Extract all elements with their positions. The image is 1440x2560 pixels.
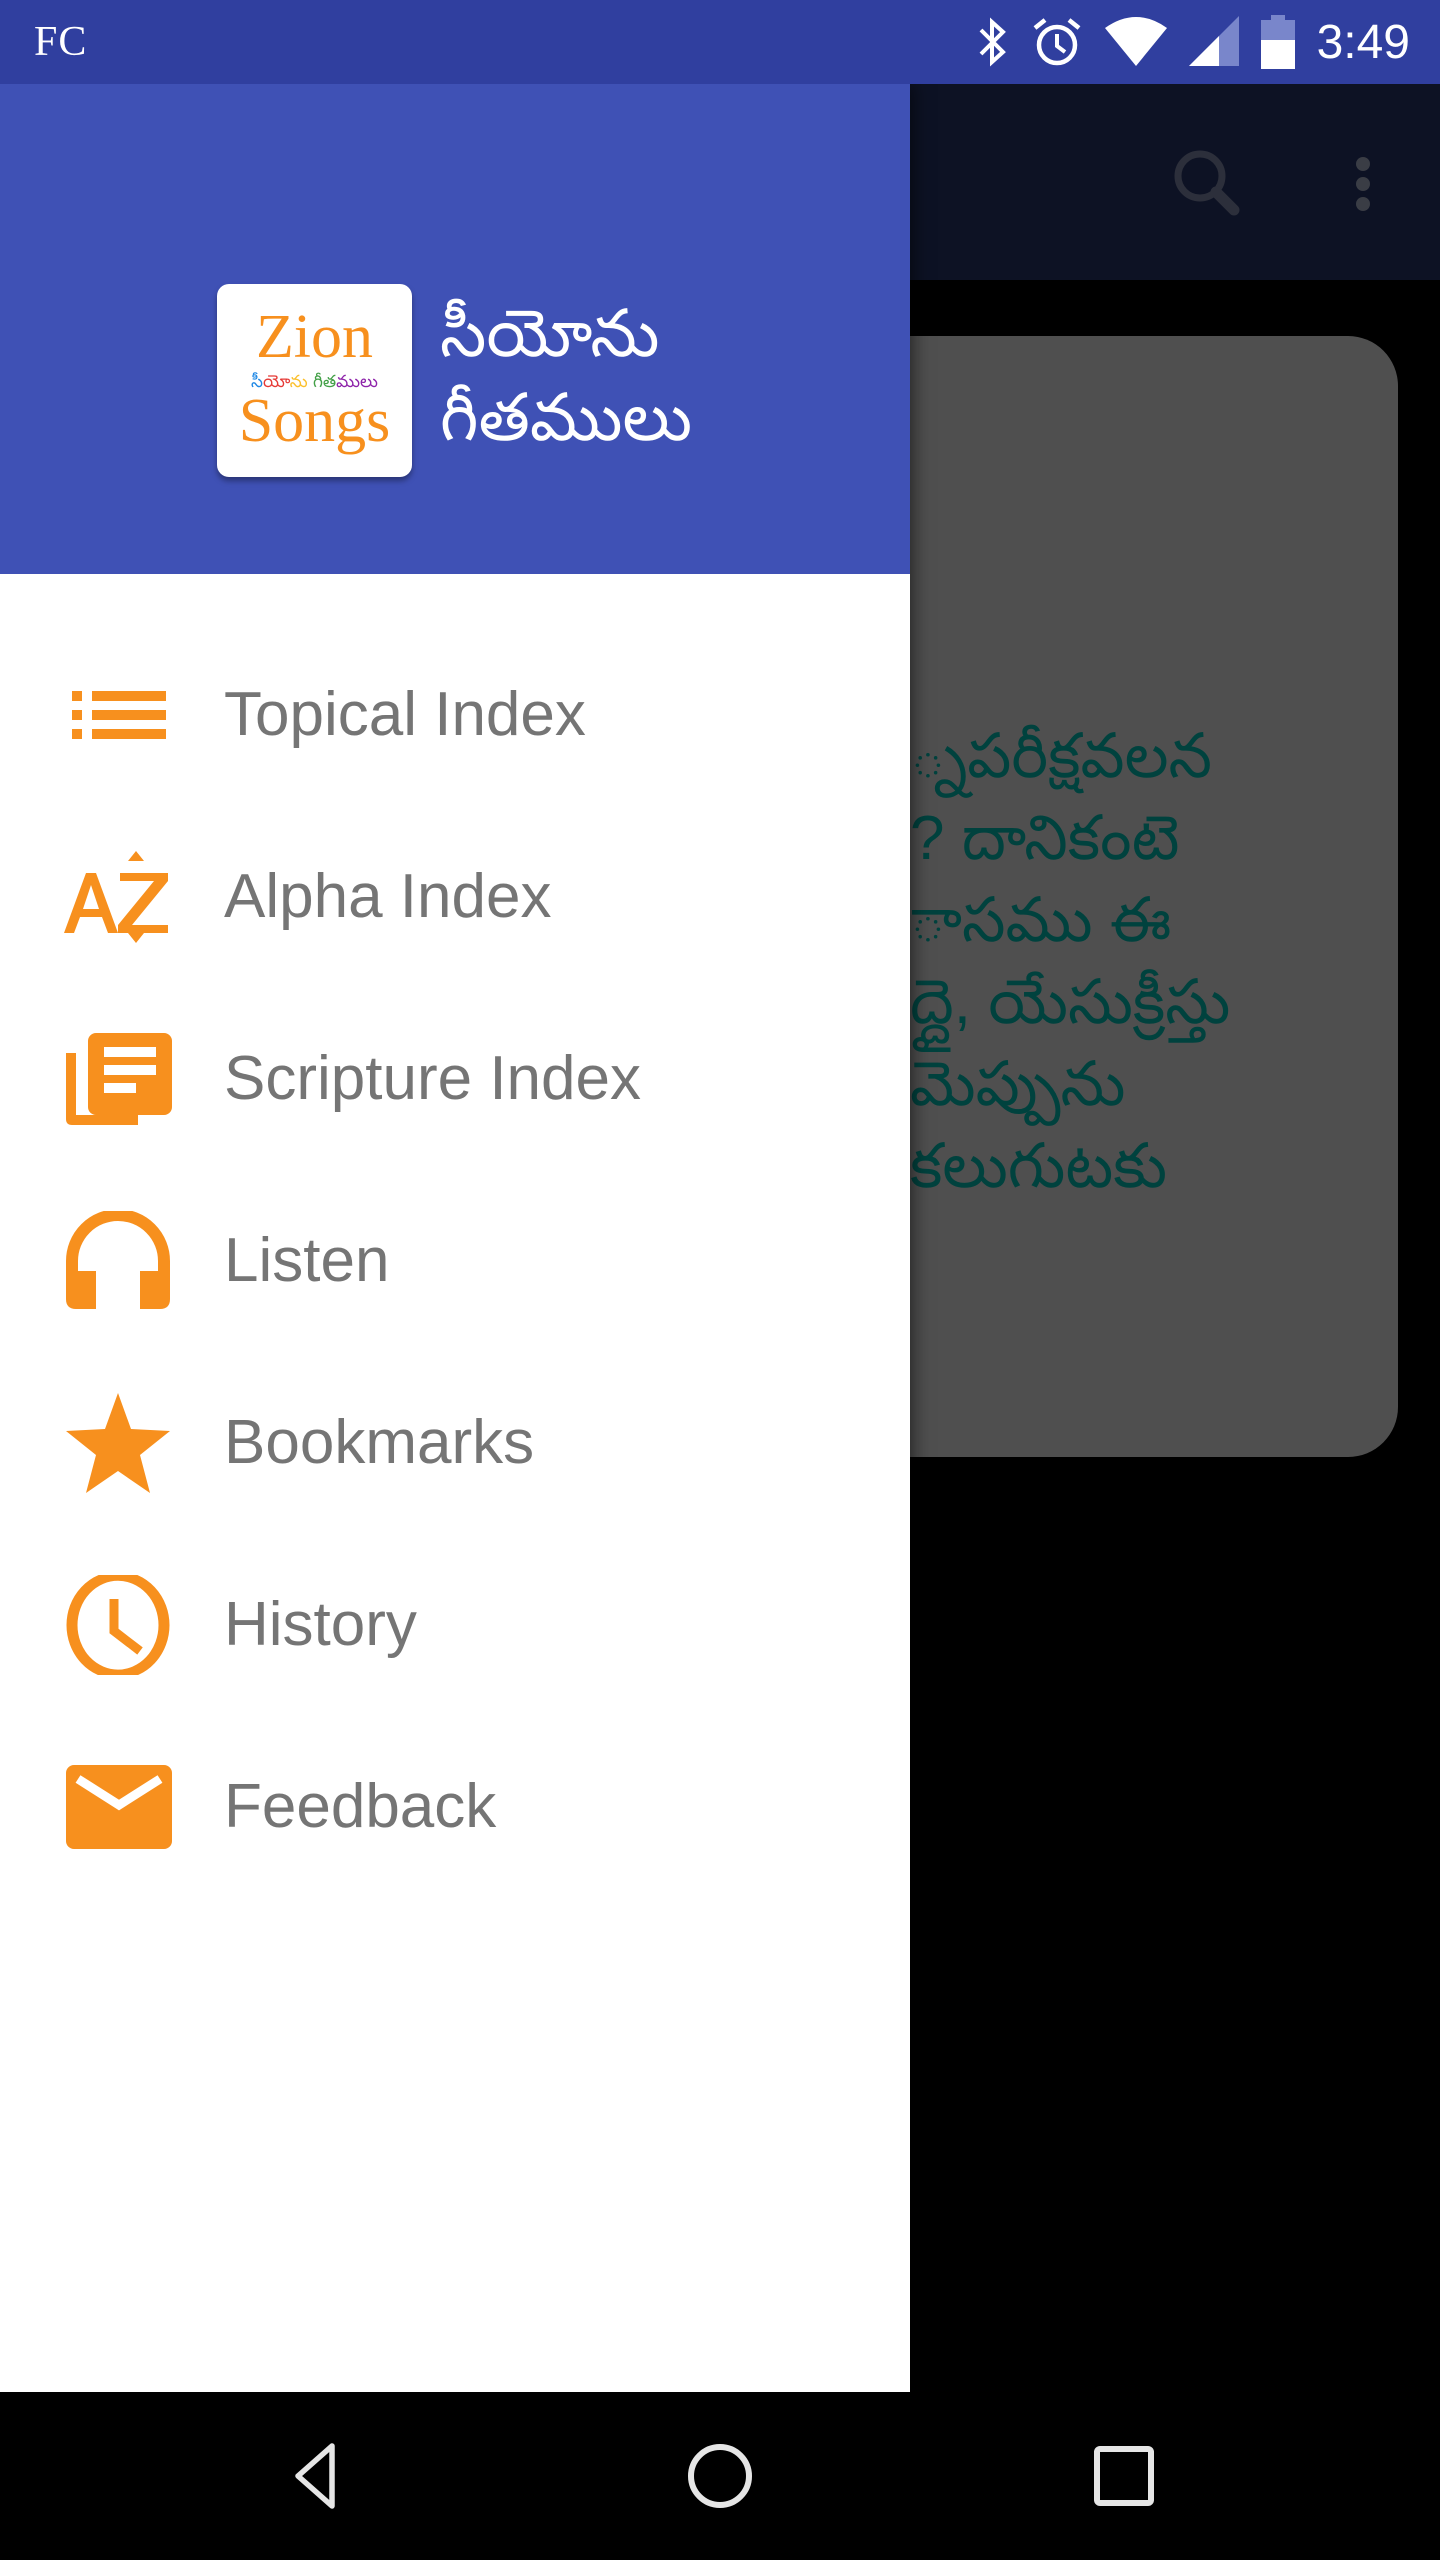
menu-label: Listen (224, 1226, 390, 1295)
battery-icon (1260, 15, 1295, 69)
menu-item-feedback[interactable]: Feedback (0, 1716, 910, 1898)
home-button[interactable] (660, 2436, 780, 2516)
menu-label: Topical Index (224, 680, 586, 749)
email-icon (62, 1757, 174, 1857)
menu-item-alpha-index[interactable]: Alpha Index (0, 806, 910, 988)
system-nav-bar (0, 2392, 1440, 2560)
app-title-line2: గీతములు (440, 379, 693, 456)
cell-signal-icon (1188, 16, 1239, 68)
menu-item-listen[interactable]: Listen (0, 1170, 910, 1352)
status-time: 3:49 (1316, 15, 1410, 69)
app-title-line1: సీయోను (440, 295, 660, 372)
home-icon (688, 2444, 752, 2508)
status-notification-text: FC (34, 19, 88, 65)
status-icons: 3:49 (977, 0, 1410, 84)
logo-text-zion: Zion (255, 303, 374, 371)
star-icon (62, 1393, 174, 1493)
menu-label: Bookmarks (224, 1408, 535, 1477)
menu-item-topical-index[interactable]: Topical Index (0, 624, 910, 806)
recents-icon (1094, 2446, 1154, 2506)
back-icon (295, 2443, 335, 2509)
alarm-icon (1031, 16, 1083, 68)
menu-label: Alpha Index (224, 862, 552, 931)
logo-text-songs: Songs (238, 387, 391, 455)
more-vert-icon[interactable] (1340, 144, 1386, 229)
recents-button[interactable] (1064, 2436, 1184, 2516)
drawer-header: Zion సీయోను గీతములు Songs సీయోను గీతములు (0, 84, 910, 574)
back-button[interactable] (256, 2436, 376, 2516)
app-logo: Zion సీయోను గీతములు Songs (217, 284, 412, 477)
clock-icon (62, 1575, 174, 1675)
menu-item-scripture-index[interactable]: Scripture Index (0, 988, 910, 1170)
menu-label: Feedback (224, 1772, 497, 1841)
menu-label: History (224, 1590, 417, 1659)
drawer-menu: Topical Index Alpha Index Scripture Inde… (0, 624, 910, 1898)
sort-az-icon (62, 847, 174, 947)
menu-item-history[interactable]: History (0, 1534, 910, 1716)
navigation-drawer: Zion సీయోను గీతములు Songs సీయోను గీతములు… (0, 84, 910, 2392)
bluetooth-icon (977, 16, 1009, 68)
wifi-icon (1104, 16, 1167, 68)
list-icon (62, 665, 174, 765)
library-books-icon (62, 1029, 174, 1129)
menu-item-bookmarks[interactable]: Bookmarks (0, 1352, 910, 1534)
search-icon[interactable] (1168, 144, 1248, 229)
headphones-icon (62, 1211, 174, 1311)
status-bar: FC 3:49 (0, 0, 1440, 84)
app-title: సీయోను గీతములు (440, 292, 692, 460)
menu-label: Scripture Index (224, 1044, 641, 1113)
